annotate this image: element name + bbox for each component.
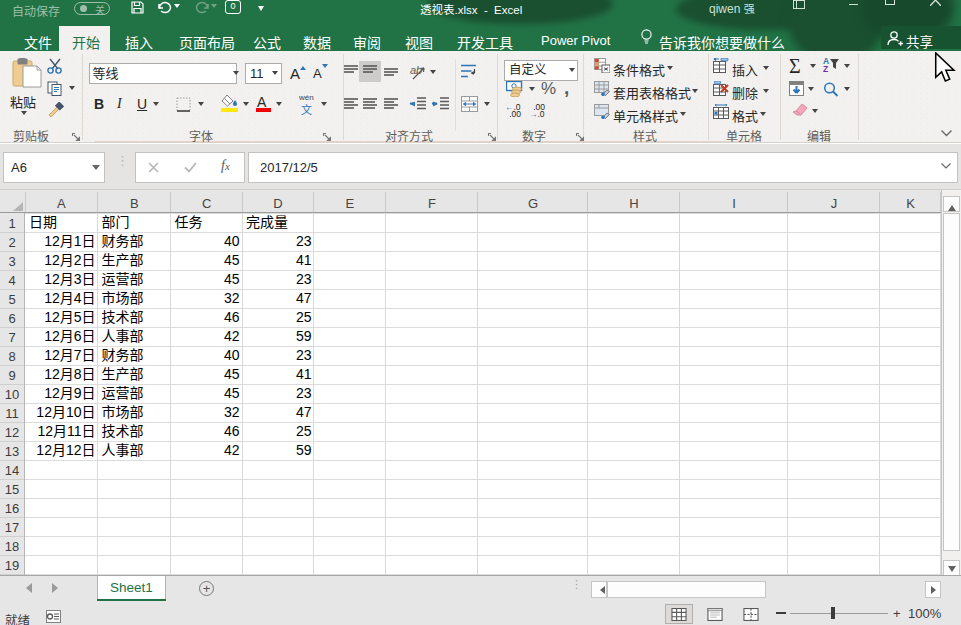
svg-text:ab: ab: [410, 64, 422, 76]
